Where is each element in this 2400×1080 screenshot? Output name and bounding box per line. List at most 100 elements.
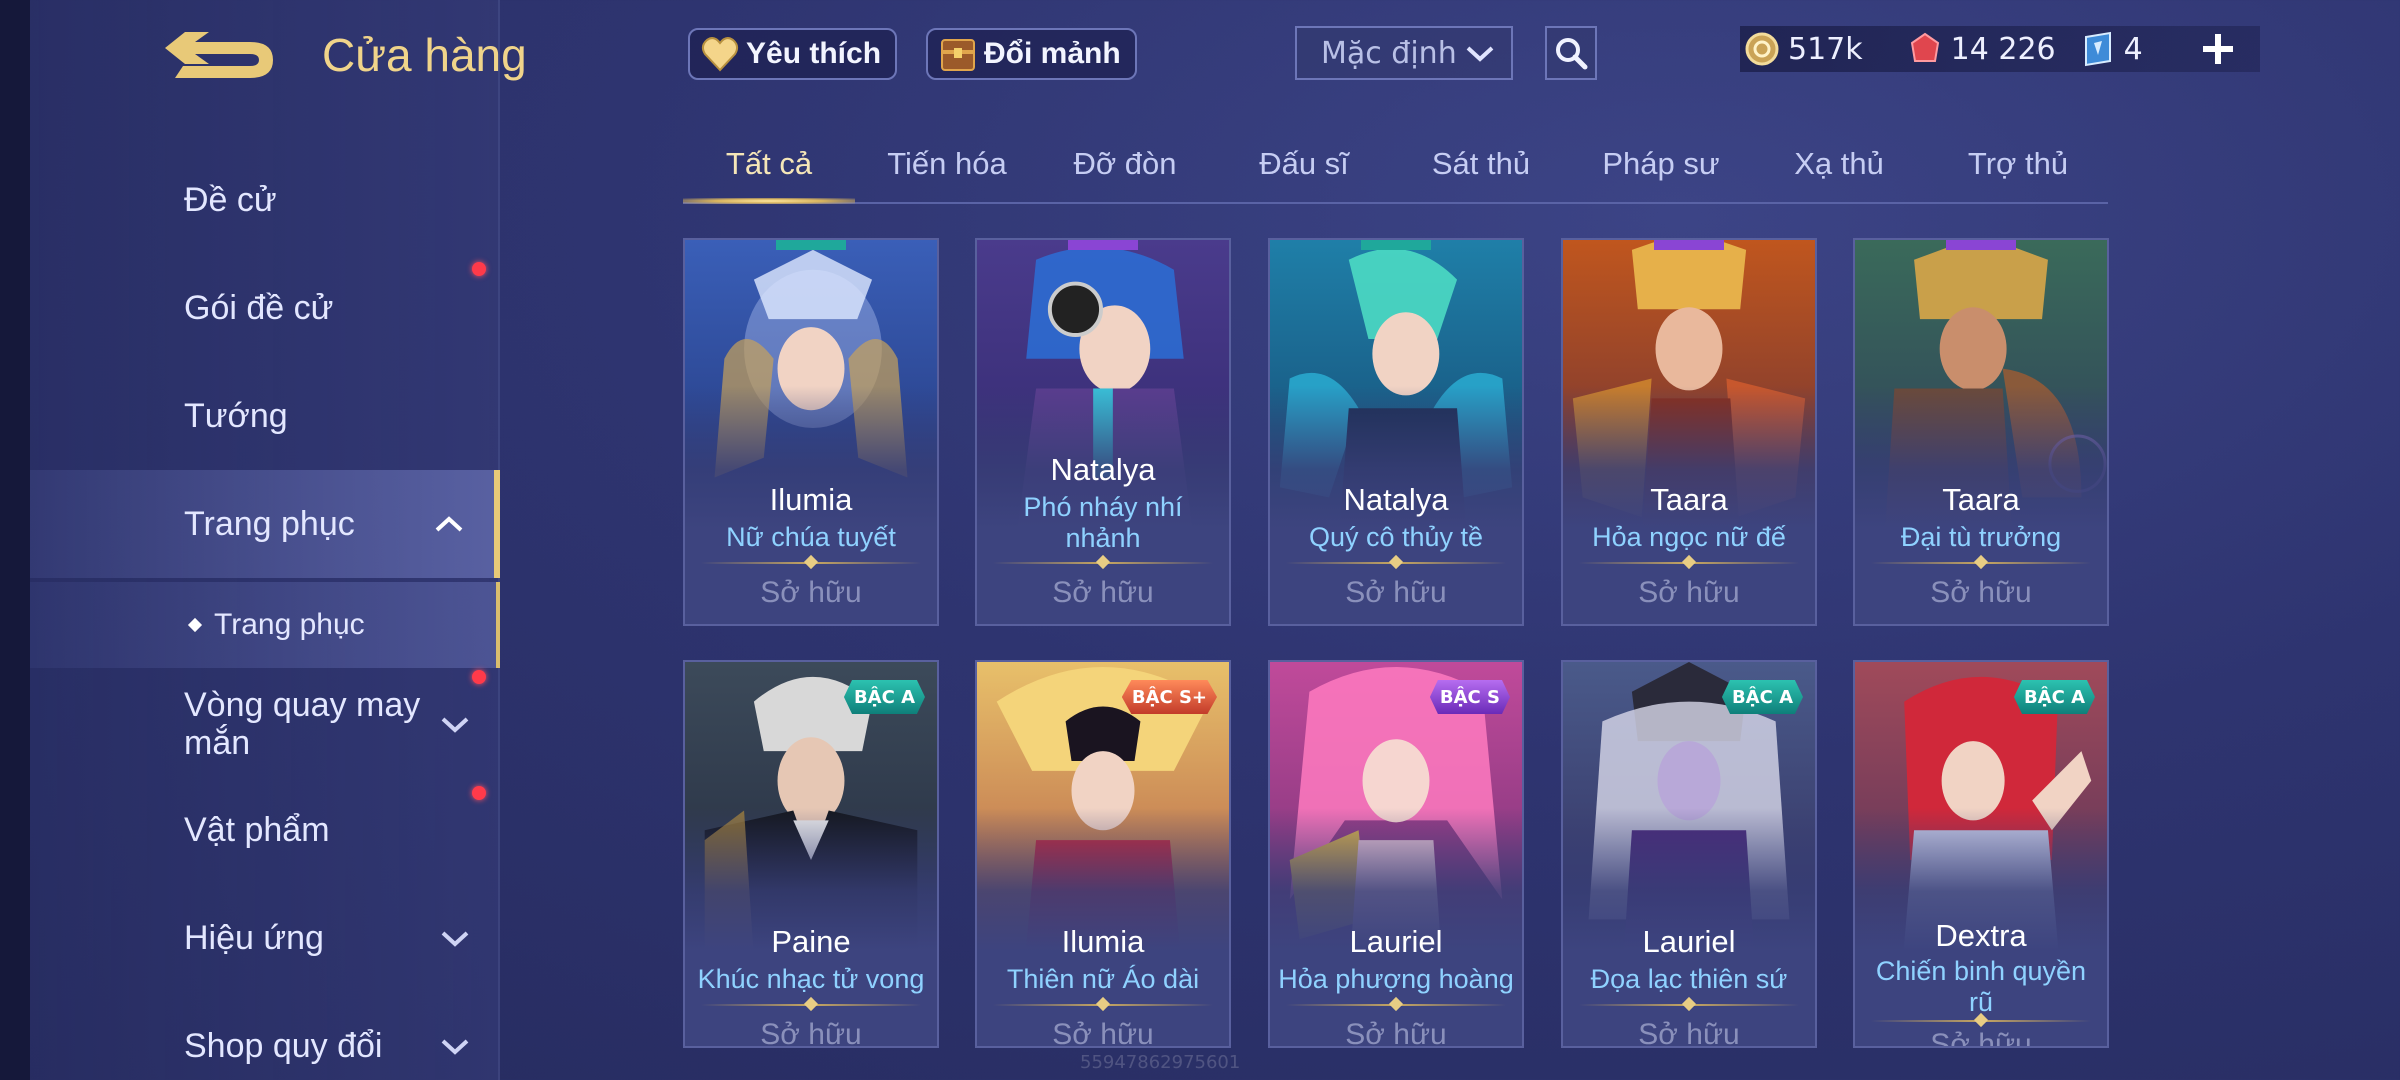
skin-card[interactable]: Taara Đại tù trưởng Sở hữu — [1853, 238, 2109, 626]
sidebar-item-label: Tướng — [184, 396, 288, 435]
hero-name: Taara — [1942, 482, 2020, 517]
tab-support[interactable]: Trợ thủ — [1968, 146, 2068, 182]
ticket-balance: 4 — [2080, 31, 2143, 67]
tab-tank[interactable]: Đỡ đòn — [1073, 146, 1176, 182]
bullet-diamond-icon — [187, 617, 203, 633]
red-gem-icon — [1910, 32, 1939, 62]
hero-name: Natalya — [1343, 482, 1449, 517]
sidebar-item-bundles[interactable]: Gói đề cử — [30, 258, 500, 358]
chevron-down-icon — [441, 931, 469, 947]
voucher-amount: 14 226 — [1950, 31, 2056, 67]
sidebar-item-label: Đề cử — [184, 180, 277, 219]
search-icon — [1556, 38, 1588, 70]
tier-badge: BẬC S+ — [1121, 680, 1217, 714]
exchange-fragments-button[interactable]: Đổi mảnh — [926, 28, 1137, 80]
card-divider — [1871, 1012, 2091, 1028]
watermark: 55947862975601 — [1080, 1052, 1241, 1073]
chevron-down-icon — [441, 717, 469, 733]
skin-name: Đại tù trưởng — [1900, 522, 2062, 552]
exchange-label: Đổi mảnh — [984, 37, 1121, 70]
tab-all[interactable]: Tất cả — [726, 146, 812, 182]
sidebar-subitem-skins[interactable]: Trang phục — [30, 582, 500, 668]
sidebar-item-label: Gói đề cử — [184, 288, 334, 327]
tab-assassin[interactable]: Sát thủ — [1432, 146, 1530, 182]
chest-icon — [941, 39, 975, 71]
sidebar-item-exchange-shop[interactable]: Shop quy đổi — [30, 996, 500, 1080]
card-divider — [1579, 996, 1799, 1012]
owned-status: Sở hữu — [1930, 1028, 2032, 1048]
heart-icon — [701, 37, 739, 72]
owned-status: Sở hữu — [1638, 576, 1740, 609]
hero-name: Ilumia — [769, 482, 853, 517]
skin-card[interactable]: Ilumia Nữ chúa tuyết Sở hữu — [683, 238, 939, 626]
card-divider — [701, 996, 921, 1012]
skin-card[interactable]: BẬC A Dextra Chiến binh quyền rũ Sở hữu — [1853, 660, 2109, 1048]
skin-card[interactable]: Natalya Phó nháy nhí nhảnh Sở hữu — [975, 238, 1231, 626]
sidebar-item-recommended[interactable]: Đề cử — [30, 150, 500, 250]
sidebar-item-heroes[interactable]: Tướng — [30, 366, 500, 466]
hero-name: Ilumia — [1061, 924, 1145, 959]
chevron-up-icon — [435, 516, 463, 532]
sidebar-item-lucky-wheel[interactable]: Vòng quay may mắn — [30, 670, 500, 778]
skin-card[interactable]: Taara Hỏa ngọc nữ đế Sở hữu — [1561, 238, 1817, 626]
tab-fighter[interactable]: Đấu sĩ — [1259, 146, 1349, 182]
tab-evolution[interactable]: Tiến hóa — [887, 146, 1007, 182]
ticket-icon — [2084, 31, 2111, 67]
skin-card[interactable]: BẬC A Paine Khúc nhạc tử vong Sở hữu — [683, 660, 939, 1048]
chevron-down-icon — [441, 1039, 469, 1055]
active-tab-indicator — [683, 198, 855, 204]
owned-status: Sở hữu — [1345, 576, 1447, 609]
sidebar-item-items[interactable]: Vật phẩm — [30, 780, 500, 880]
skin-card[interactable]: BẬC S Lauriel Hỏa phượng hoàng Sở hữu — [1268, 660, 1524, 1048]
plus-icon — [2203, 34, 2233, 64]
skin-card[interactable]: BẬC A Lauriel Đọa lạc thiên sứ Sở hữu — [1561, 660, 1817, 1048]
card-divider — [993, 554, 1213, 570]
skin-name: Hỏa phượng hoàng — [1278, 964, 1514, 994]
hero-name: Lauriel — [1642, 924, 1736, 959]
card-divider — [1579, 554, 1799, 570]
notification-dot — [472, 670, 486, 684]
skin-name: Nữ chúa tuyết — [726, 522, 896, 552]
sidebar-item-label: Hiệu ứng — [184, 918, 324, 957]
favorite-button[interactable]: Yêu thích — [688, 28, 898, 80]
skin-name: Thiên nữ Áo dài — [1006, 964, 1200, 994]
sidebar-item-skins[interactable]: Trang phục — [30, 470, 500, 578]
tier-badge: BẬC A — [1721, 680, 1803, 714]
tier-badge-peek — [1361, 240, 1431, 250]
page-title: Cửa hàng — [322, 29, 527, 81]
tab-marksman[interactable]: Xạ thủ — [1794, 146, 1884, 182]
card-divider — [701, 554, 921, 570]
sidebar-item-label: Vòng quay may mắn — [184, 686, 421, 762]
hero-name: Lauriel — [1349, 924, 1443, 959]
back-button[interactable] — [155, 30, 280, 90]
sort-value: Mặc định — [1321, 35, 1457, 71]
sidebar-item-effects[interactable]: Hiệu ứng — [30, 888, 500, 988]
add-currency-button[interactable] — [2196, 26, 2240, 72]
skin-name: Quý cô thủy tề — [1308, 522, 1484, 552]
hero-name: Natalya — [1050, 452, 1156, 487]
tab-mage[interactable]: Pháp sư — [1602, 146, 1719, 182]
skin-name: Phó nháy nhí nhảnh — [1023, 492, 1183, 553]
skin-card[interactable]: Natalya Quý cô thủy tề Sở hữu — [1268, 238, 1524, 626]
card-divider — [1286, 554, 1506, 570]
owned-status: Sở hữu — [760, 1018, 862, 1048]
back-arrow-icon — [165, 32, 273, 78]
sort-dropdown[interactable]: Mặc định — [1295, 26, 1513, 80]
hero-name: Paine — [771, 924, 851, 959]
skin-name: Hỏa ngọc nữ đế — [1592, 522, 1786, 552]
owned-status: Sở hữu — [1345, 1018, 1447, 1048]
tier-badge-peek — [1946, 240, 2016, 250]
search-button[interactable] — [1545, 26, 1597, 80]
skin-name: Khúc nhạc tử vong — [697, 964, 925, 994]
currency-bar: 517k 14 226 4 — [1740, 26, 2260, 72]
tier-badge-peek — [776, 240, 846, 250]
gold-balance: 517k — [1744, 31, 1863, 67]
tier-badge-peek — [1654, 240, 1724, 250]
skin-name: Chiến binh quyền rũ — [1875, 956, 2087, 1017]
skin-card[interactable]: BẬC S+ Ilumia Thiên nữ Áo dài Sở hữu — [975, 660, 1231, 1048]
sidebar-item-label: Trang phục — [214, 608, 365, 641]
gold-coin-icon — [1745, 32, 1779, 66]
tier-badge: BẬC A — [2013, 680, 2095, 714]
hero-name: Taara — [1650, 482, 1728, 517]
tier-badge: BẬC S — [1429, 680, 1510, 714]
